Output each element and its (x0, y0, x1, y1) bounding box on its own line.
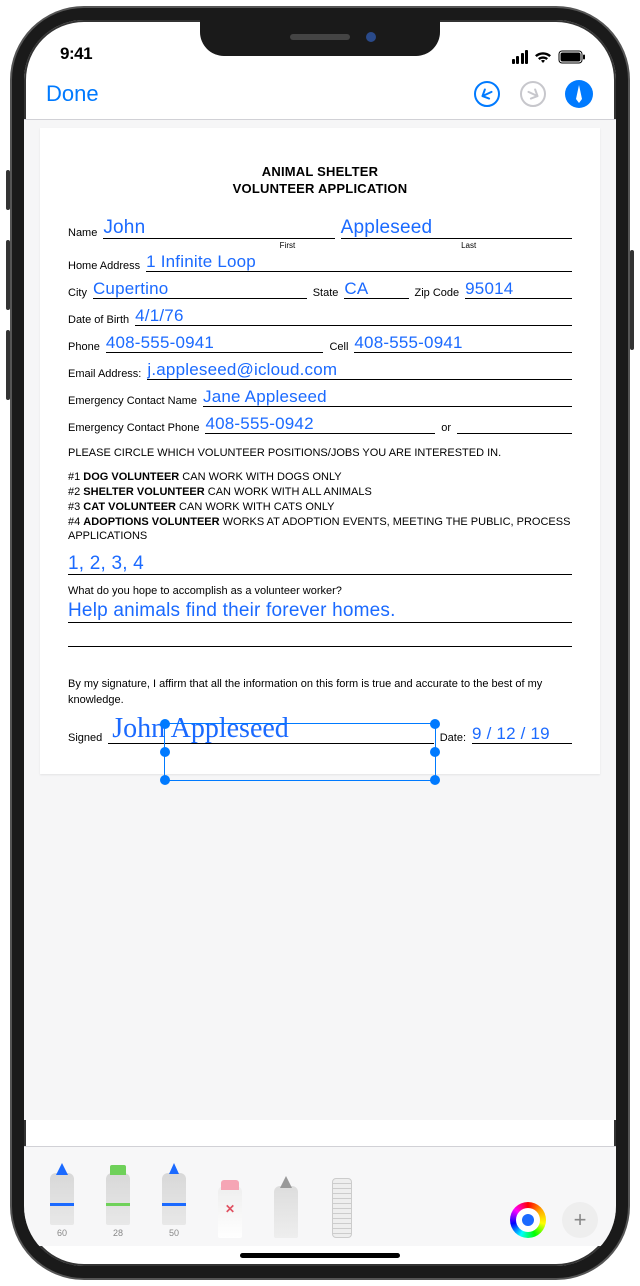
lasso-tool[interactable] (266, 1158, 306, 1238)
label-date: Date: (440, 732, 466, 744)
selection-handle-ml[interactable] (160, 747, 170, 757)
field-last-name: Appleseed (341, 218, 433, 238)
label-address: Home Address (68, 260, 140, 272)
status-time: 9:41 (60, 44, 92, 64)
field-dob: 4/1/76 (135, 307, 183, 325)
document-canvas[interactable]: ANIMAL SHELTER VOLUNTEER APPLICATION Nam… (24, 120, 616, 1120)
field-address: 1 Infinite Loop (146, 253, 256, 271)
question-goal: What do you hope to accomplish as a volu… (68, 585, 572, 597)
speaker (290, 34, 350, 40)
eraser-tool[interactable]: ✕ (210, 1158, 250, 1238)
selection-handle-tl[interactable] (160, 719, 170, 729)
field-goal: Help animals find their forever homes. (68, 601, 396, 621)
label-cell: Cell (329, 341, 348, 353)
empty-line (68, 633, 572, 647)
section-instructions: PLEASE CIRCLE WHICH VOLUNTEER POSITIONS/… (68, 446, 572, 460)
field-zip: 95014 (465, 280, 513, 298)
field-email: j.appleseed@icloud.com (147, 361, 337, 379)
markup-toolbar: 60 28 50 ✕ + (24, 1146, 616, 1246)
power-button[interactable] (630, 250, 634, 350)
affirmation-text: By my signature, I affirm that all the i… (68, 677, 572, 708)
selection-handle-tr[interactable] (430, 719, 440, 729)
document-title: ANIMAL SHELTER VOLUNTEER APPLICATION (68, 164, 572, 198)
label-emergency-name: Emergency Contact Name (68, 395, 197, 407)
nav-bar: Done (24, 68, 616, 120)
label-emergency-phone: Emergency Contact Phone (68, 422, 199, 434)
label-or: or (441, 422, 451, 434)
field-city: Cupertino (93, 280, 169, 298)
selection-handle-mr[interactable] (430, 747, 440, 757)
wifi-icon (534, 50, 552, 64)
sublabel-first: First (280, 241, 296, 250)
pencil-size-label: 50 (169, 1228, 179, 1238)
sublabel-last: Last (461, 241, 476, 250)
selected-color-icon (522, 1214, 534, 1226)
highlighter-tool[interactable]: 28 (98, 1158, 138, 1238)
ruler-tool[interactable] (322, 1158, 362, 1238)
volume-up-button[interactable] (6, 240, 10, 310)
selection-box[interactable] (164, 723, 436, 781)
field-state: CA (344, 280, 368, 298)
pencil-tool[interactable]: 50 (154, 1158, 194, 1238)
document-page: ANIMAL SHELTER VOLUNTEER APPLICATION Nam… (40, 128, 600, 774)
label-dob: Date of Birth (68, 314, 129, 326)
label-name: Name (68, 227, 97, 239)
add-annotation-button[interactable]: + (562, 1202, 598, 1238)
front-camera (366, 32, 376, 42)
label-signed: Signed (68, 732, 102, 744)
field-emergency-name: Jane Appleseed (203, 388, 327, 406)
notch (200, 20, 440, 56)
highlighter-size-label: 28 (113, 1228, 123, 1238)
field-emergency-phone: 408-555-0942 (205, 415, 313, 433)
label-email: Email Address: (68, 368, 141, 380)
label-city: City (68, 287, 87, 299)
field-cell: 408-555-0941 (354, 334, 462, 352)
selection-handle-br[interactable] (430, 775, 440, 785)
battery-icon (558, 50, 586, 64)
silence-switch[interactable] (6, 170, 10, 210)
pen-size-label: 60 (57, 1228, 67, 1238)
selection-handle-bl[interactable] (160, 775, 170, 785)
positions-list: #1 DOG VOLUNTEER CAN WORK WITH DOGS ONLY… (68, 470, 572, 544)
cellular-signal-icon (512, 50, 529, 64)
undo-button[interactable] (472, 79, 502, 109)
field-sign-date: 9 / 12 / 19 (472, 725, 550, 743)
done-button[interactable]: Done (46, 81, 99, 107)
color-picker[interactable] (510, 1202, 546, 1238)
home-indicator[interactable] (240, 1253, 400, 1258)
label-phone: Phone (68, 341, 100, 353)
phone-frame: 9:41 Done (12, 8, 628, 1278)
label-state: State (313, 287, 339, 299)
volume-down-button[interactable] (6, 330, 10, 400)
field-positions-answer: 1, 2, 3, 4 (68, 554, 144, 574)
redo-button[interactable] (518, 79, 548, 109)
field-first-name: John (103, 218, 145, 238)
label-zip: Zip Code (415, 287, 460, 299)
field-phone: 408-555-0941 (106, 334, 214, 352)
markup-tool-button[interactable] (564, 79, 594, 109)
pen-tool[interactable]: 60 (42, 1158, 82, 1238)
